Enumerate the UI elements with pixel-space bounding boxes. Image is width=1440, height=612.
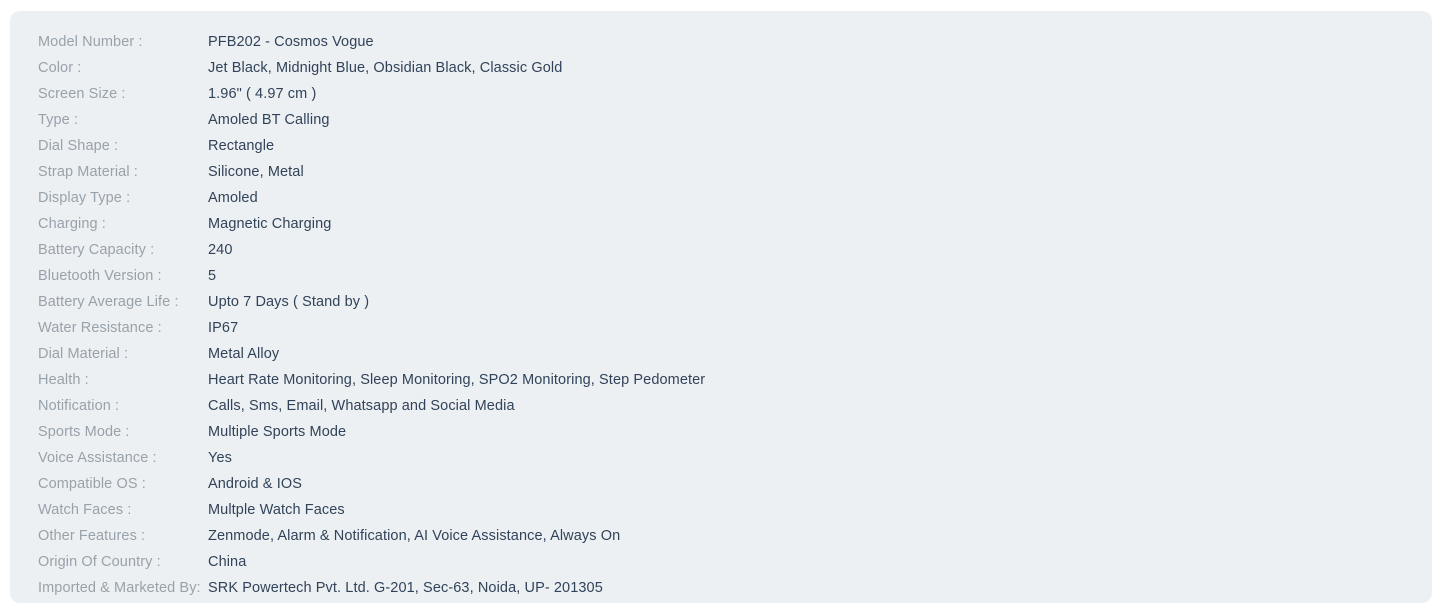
spec-label: Notification : [38, 398, 120, 414]
specifications-table-body: Model Number : PFB202 - Cosmos Vogue Color… [10, 29, 1432, 601]
spec-label-cell: Health : [10, 367, 208, 393]
spec-row: Battery Capacity : 240 [10, 237, 1432, 263]
spec-value: PFB202 - Cosmos Vogue [208, 34, 374, 50]
spec-label: Origin Of Country : [38, 554, 161, 570]
spec-label: Color : [38, 60, 82, 76]
spec-label-cell: Compatible OS : [10, 471, 208, 497]
spec-label-cell: Voice Assistance : [10, 445, 208, 471]
spec-label: Dial Shape : [38, 138, 119, 154]
spec-label: Type : [38, 112, 79, 128]
spec-row: Charging : Magnetic Charging [10, 211, 1432, 237]
spec-value: Android & IOS [208, 476, 302, 492]
spec-value: Multiple Sports Mode [208, 424, 347, 440]
spec-value: Yes [208, 450, 232, 466]
spec-value: Upto 7 Days ( Stand by ) [208, 294, 370, 310]
spec-row: Battery Average Life : Upto 7 Days ( Stan… [10, 289, 1432, 315]
spec-row: Water Resistance : IP67 [10, 315, 1432, 341]
spec-label-cell: Imported & Marketed By: [10, 575, 208, 601]
spec-label: Display Type : [38, 190, 131, 206]
spec-label-cell: Display Type : [10, 185, 208, 211]
spec-row: Dial Material : Metal Alloy [10, 341, 1432, 367]
spec-label-cell: Dial Material : [10, 341, 208, 367]
spec-value: 240 [208, 242, 233, 258]
spec-label: Battery Average Life : [38, 294, 179, 310]
spec-label: Other Features : [38, 528, 146, 544]
spec-row: Imported & Marketed By: SRK Powertech Pvt… [10, 575, 1432, 601]
spec-label: Water Resistance : [38, 320, 162, 336]
spec-row: Health : Heart Rate Monitoring, Sleep Mon… [10, 367, 1432, 393]
spec-label-cell: Watch Faces : [10, 497, 208, 523]
spec-label: Voice Assistance : [38, 450, 157, 466]
spec-label: Screen Size : [38, 86, 126, 102]
spec-label-cell: Notification : [10, 393, 208, 419]
spec-value: 5 [208, 268, 217, 284]
spec-label: Compatible OS : [38, 476, 146, 492]
spec-row: Compatible OS : Android & IOS [10, 471, 1432, 497]
spec-value: Calls, Sms, Email, Whatsapp and Social M… [208, 398, 515, 414]
spec-label-cell: Water Resistance : [10, 315, 208, 341]
spec-label-cell: Color : [10, 55, 208, 81]
spec-label: Watch Faces : [38, 502, 132, 518]
spec-value: Amoled BT Calling [208, 112, 330, 128]
spec-label: Dial Material : [38, 346, 129, 362]
spec-row: Screen Size : 1.96" ( 4.97 cm ) [10, 81, 1432, 107]
spec-label-cell: Sports Mode : [10, 419, 208, 445]
spec-label-cell: Dial Shape : [10, 133, 208, 159]
spec-label-cell: Type : [10, 107, 208, 133]
spec-row: Bluetooth Version : 5 [10, 263, 1432, 289]
spec-row: Model Number : PFB202 - Cosmos Vogue [10, 29, 1432, 55]
spec-row: Strap Material : Silicone, Metal [10, 159, 1432, 185]
spec-row: Sports Mode : Multiple Sports Mode [10, 419, 1432, 445]
spec-label-cell: Charging : [10, 211, 208, 237]
spec-label: Charging : [38, 216, 106, 232]
spec-value: Rectangle [208, 138, 275, 154]
spec-label: Bluetooth Version : [38, 268, 162, 284]
spec-label: Battery Capacity : [38, 242, 155, 258]
spec-value: SRK Powertech Pvt. Ltd. G-201, Sec-63, N… [208, 580, 603, 596]
spec-label-cell: Origin Of Country : [10, 549, 208, 575]
spec-row: Color : Jet Black, Midnight Blue, Obsidia… [10, 55, 1432, 81]
spec-label-cell: Battery Capacity : [10, 237, 208, 263]
spec-row: Origin Of Country : China [10, 549, 1432, 575]
spec-label: Health : [38, 372, 89, 388]
spec-row: Display Type : Amoled [10, 185, 1432, 211]
spec-label-cell: Battery Average Life : [10, 289, 208, 315]
spec-row: Dial Shape : Rectangle [10, 133, 1432, 159]
spec-value: Jet Black, Midnight Blue, Obsidian Black… [208, 60, 563, 76]
spec-label-cell: Screen Size : [10, 81, 208, 107]
spec-label-cell: Bluetooth Version : [10, 263, 208, 289]
spec-label-cell: Model Number : [10, 29, 208, 55]
spec-value: IP67 [208, 320, 239, 336]
spec-value: Heart Rate Monitoring, Sleep Monitoring,… [208, 372, 706, 388]
spec-label: Sports Mode : [38, 424, 130, 440]
product-specifications-panel: Model Number : PFB202 - Cosmos Vogue Color… [10, 11, 1432, 603]
spec-label: Imported & Marketed By: [38, 580, 201, 596]
spec-label: Model Number : [38, 34, 143, 50]
spec-label-cell: Other Features : [10, 523, 208, 549]
specifications-table: Model Number : PFB202 - Cosmos Vogue Color… [10, 29, 1432, 601]
spec-value: 1.96" ( 4.97 cm ) [208, 86, 317, 102]
spec-value: Multple Watch Faces [208, 502, 345, 518]
spec-row: Other Features : Zenmode, Alarm & Notific… [10, 523, 1432, 549]
spec-value: Magnetic Charging [208, 216, 332, 232]
spec-label-cell: Strap Material : [10, 159, 208, 185]
spec-value: Amoled [208, 190, 258, 206]
spec-value: Metal Alloy [208, 346, 280, 362]
spec-row: Watch Faces : Multple Watch Faces [10, 497, 1432, 523]
spec-row: Notification : Calls, Sms, Email, Whatsap… [10, 393, 1432, 419]
spec-label: Strap Material : [38, 164, 138, 180]
spec-value: Zenmode, Alarm & Notification, AI Voice … [208, 528, 621, 544]
spec-row: Type : Amoled BT Calling [10, 107, 1432, 133]
spec-value: China [208, 554, 247, 570]
spec-row: Voice Assistance : Yes [10, 445, 1432, 471]
spec-value: Silicone, Metal [208, 164, 304, 180]
